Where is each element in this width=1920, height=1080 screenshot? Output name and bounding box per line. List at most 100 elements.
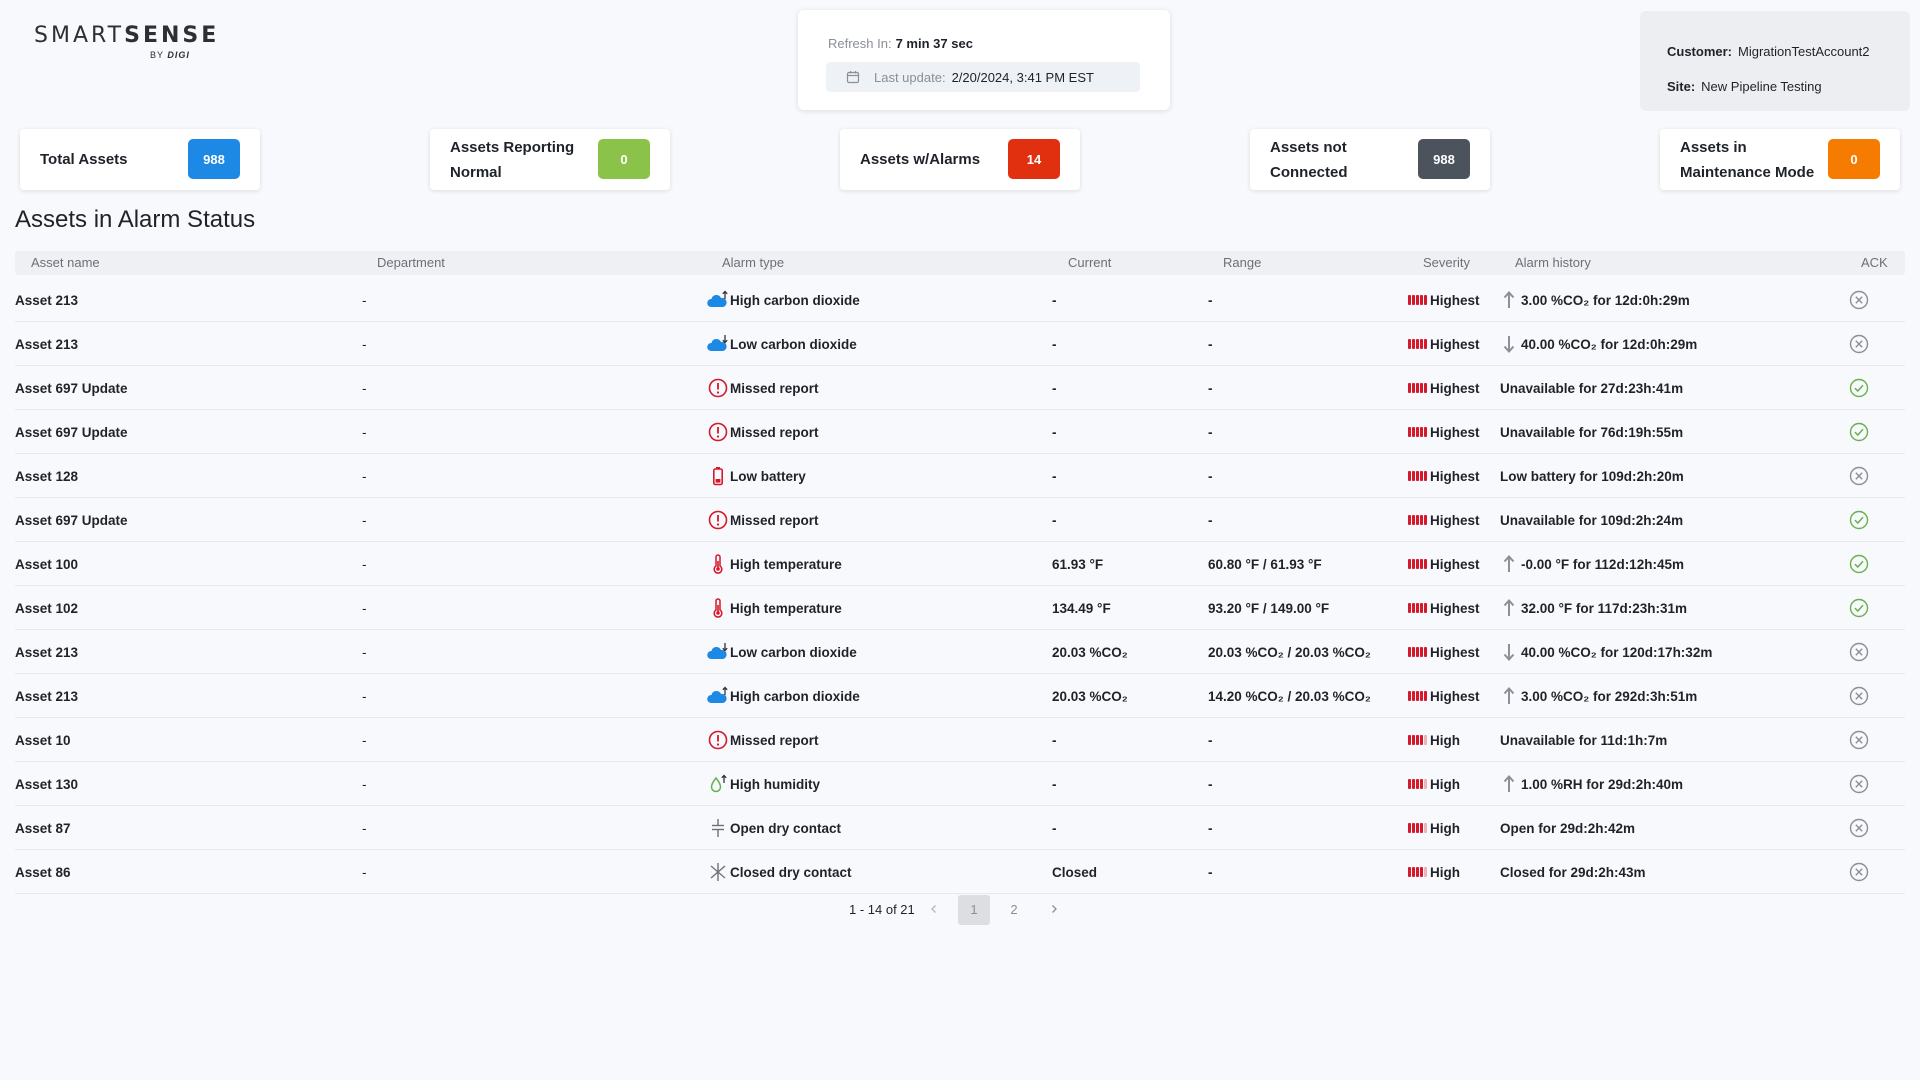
table-row[interactable]: Asset 213 - Low carbon dioxide 20.03 %CO₂ 20… (15, 630, 1905, 674)
severity-bars-icon (1408, 823, 1427, 833)
alarm-type-cell: Missed report (707, 718, 819, 762)
asset-name-cell[interactable]: Asset 10 (15, 718, 71, 762)
column-alarm-history[interactable]: Alarm history (1515, 251, 1591, 275)
range-cell: - (1208, 468, 1213, 484)
table-row[interactable]: Asset 697 Update - Missed report - - Highest U… (15, 498, 1905, 542)
table-row[interactable]: Asset 10 - Missed report - - High Unavailable … (15, 718, 1905, 762)
asset-name-cell[interactable]: Asset 87 (15, 806, 71, 850)
table-row[interactable]: Asset 697 Update - Missed report - - Highest U… (15, 366, 1905, 410)
ack-check-icon[interactable] (1849, 554, 1869, 574)
alarm-history-label: 1.00 %RH for 29d:2h:40m (1521, 776, 1684, 792)
alarm-history-label: 40.00 %CO₂ for 12d:0h:29m (1521, 336, 1698, 352)
asset-name-cell[interactable]: Asset 130 (15, 762, 78, 806)
column-alarm-type[interactable]: Alarm type (722, 251, 784, 275)
ack-button[interactable] (1849, 466, 1869, 486)
ack-check-icon[interactable] (1849, 422, 1869, 442)
asset-name-cell[interactable]: Asset 213 (15, 322, 78, 366)
range-cell: 93.20 °F / 149.00 °F (1208, 600, 1330, 616)
ack-button[interactable] (1849, 818, 1869, 838)
asset-name-cell[interactable]: Asset 213 (15, 674, 78, 718)
alarm-type-cell: Low battery (707, 454, 806, 498)
page-1-button[interactable]: 1 (958, 895, 990, 925)
kpi-assets-maintenance-mode[interactable]: Assets in Maintenance Mode 0 (1660, 129, 1900, 190)
severity-cell: High (1408, 718, 1460, 762)
asset-name-cell[interactable]: Asset 128 (15, 454, 78, 498)
arrow-up-icon (1503, 291, 1515, 308)
history-arrow-icon (1500, 687, 1518, 705)
table-row[interactable]: Asset 87 - Open dry contact - - High Open for … (15, 806, 1905, 850)
asset-name-cell[interactable]: Asset 213 (15, 278, 78, 322)
prev-page-button[interactable] (918, 895, 950, 925)
severity-label: High (1430, 820, 1460, 836)
ack-check-icon[interactable] (1849, 378, 1869, 398)
table-row[interactable]: Asset 697 Update - Missed report - - Highest U… (15, 410, 1905, 454)
alarm-type-label: High humidity (730, 776, 820, 792)
column-severity[interactable]: Severity (1423, 251, 1470, 275)
severity-bars-icon (1408, 295, 1427, 305)
history-arrow-icon (1500, 775, 1518, 793)
alarm-history-label: 3.00 %CO₂ for 292d:3h:51m (1521, 688, 1698, 704)
arrow-up-icon (1503, 555, 1515, 572)
table-row[interactable]: Asset 213 - High carbon dioxide - - Highest 3.… (15, 278, 1905, 322)
asset-name-cell[interactable]: Asset 697 Update (15, 498, 128, 542)
kpi-total-assets[interactable]: Total Assets 988 (20, 129, 260, 190)
kpi-count-badge: 0 (1828, 139, 1880, 179)
range-cell: - (1208, 424, 1213, 440)
range-cell: 14.20 %CO₂ / 20.03 %CO₂ (1208, 688, 1371, 704)
severity-bars-icon (1408, 427, 1427, 437)
table-row[interactable]: Asset 213 - High carbon dioxide 20.03 %CO₂ 1… (15, 674, 1905, 718)
kpi-assets-not-connected[interactable]: Assets not Connected 988 (1250, 129, 1490, 190)
severity-cell: Highest (1408, 630, 1480, 674)
column-range[interactable]: Range (1223, 251, 1261, 275)
column-asset-name[interactable]: Asset name (31, 251, 100, 275)
asset-name-cell[interactable]: Asset 697 Update (15, 410, 128, 454)
table-row[interactable]: Asset 102 - High temperature 134.49 °F 93.20… (15, 586, 1905, 630)
asset-name-cell[interactable]: Asset 213 (15, 630, 78, 674)
ack-button[interactable] (1849, 774, 1869, 794)
next-page-button[interactable] (1038, 895, 1070, 925)
table-row[interactable]: Asset 213 - Low carbon dioxide - - Highest 40.… (15, 322, 1905, 366)
department-cell: - (362, 336, 367, 352)
missed-report-icon (707, 729, 729, 751)
history-arrow-icon (1500, 291, 1518, 309)
table-row[interactable]: Asset 100 - High temperature 61.93 °F 60.80 … (15, 542, 1905, 586)
ack-button[interactable] (1849, 730, 1869, 750)
table-row[interactable]: Asset 128 - Low battery - - Highest Low batter… (15, 454, 1905, 498)
ack-check-icon[interactable] (1849, 598, 1869, 618)
column-department[interactable]: Department (377, 251, 445, 275)
ack-button[interactable] (1849, 642, 1869, 662)
alarm-history-label: Unavailable for 11d:1h:7m (1500, 732, 1668, 748)
asset-name-cell[interactable]: Asset 697 Update (15, 366, 128, 410)
severity-bars-icon (1408, 647, 1427, 657)
smartsense-logo[interactable]: SMARTSENSE BY DIGI (34, 23, 219, 60)
range-cell: - (1208, 512, 1213, 528)
severity-label: Highest (1430, 424, 1480, 440)
asset-name-cell[interactable]: Asset 102 (15, 586, 78, 630)
ack-check-icon[interactable] (1849, 510, 1869, 530)
ack-button[interactable] (1849, 334, 1869, 354)
calendar-icon (846, 70, 860, 84)
kpi-assets-with-alarms[interactable]: Assets w/Alarms 14 (840, 129, 1080, 190)
kpi-label: Assets not Connected (1270, 138, 1348, 181)
table-row[interactable]: Asset 86 - Closed dry contact Closed - High Cl… (15, 850, 1905, 894)
kpi-assets-reporting-normal[interactable]: Assets Reporting Normal 0 (430, 129, 670, 190)
severity-bars-icon (1408, 471, 1427, 481)
asset-name-cell[interactable]: Asset 86 (15, 850, 71, 894)
current-value-cell: 134.49 °F (1052, 600, 1111, 616)
alarm-history-label: -0.00 °F for 112d:12h:45m (1521, 556, 1684, 572)
ack-button[interactable] (1849, 686, 1869, 706)
ack-button[interactable] (1849, 290, 1869, 310)
asset-name-cell[interactable]: Asset 100 (15, 542, 78, 586)
column-current[interactable]: Current (1068, 251, 1111, 275)
page-2-button[interactable]: 2 (998, 895, 1030, 925)
range-cell: - (1208, 732, 1213, 748)
alarm-type-cell: Low carbon dioxide (707, 630, 857, 674)
table-row[interactable]: Asset 130 - High humidity - - High 1.00 %RH fo… (15, 762, 1905, 806)
department-cell: - (362, 688, 367, 704)
range-cell: - (1208, 336, 1213, 352)
customer-panel[interactable]: Customer: MigrationTestAccount2 Site: New … (1640, 11, 1910, 111)
header: SMARTSENSE BY DIGI Refresh In: 7 min 37 s… (0, 0, 1920, 123)
alarm-history-cell: Closed for 29d:2h:43m (1500, 850, 1646, 894)
ack-button[interactable] (1849, 862, 1869, 882)
thermometer-icon (707, 553, 729, 575)
